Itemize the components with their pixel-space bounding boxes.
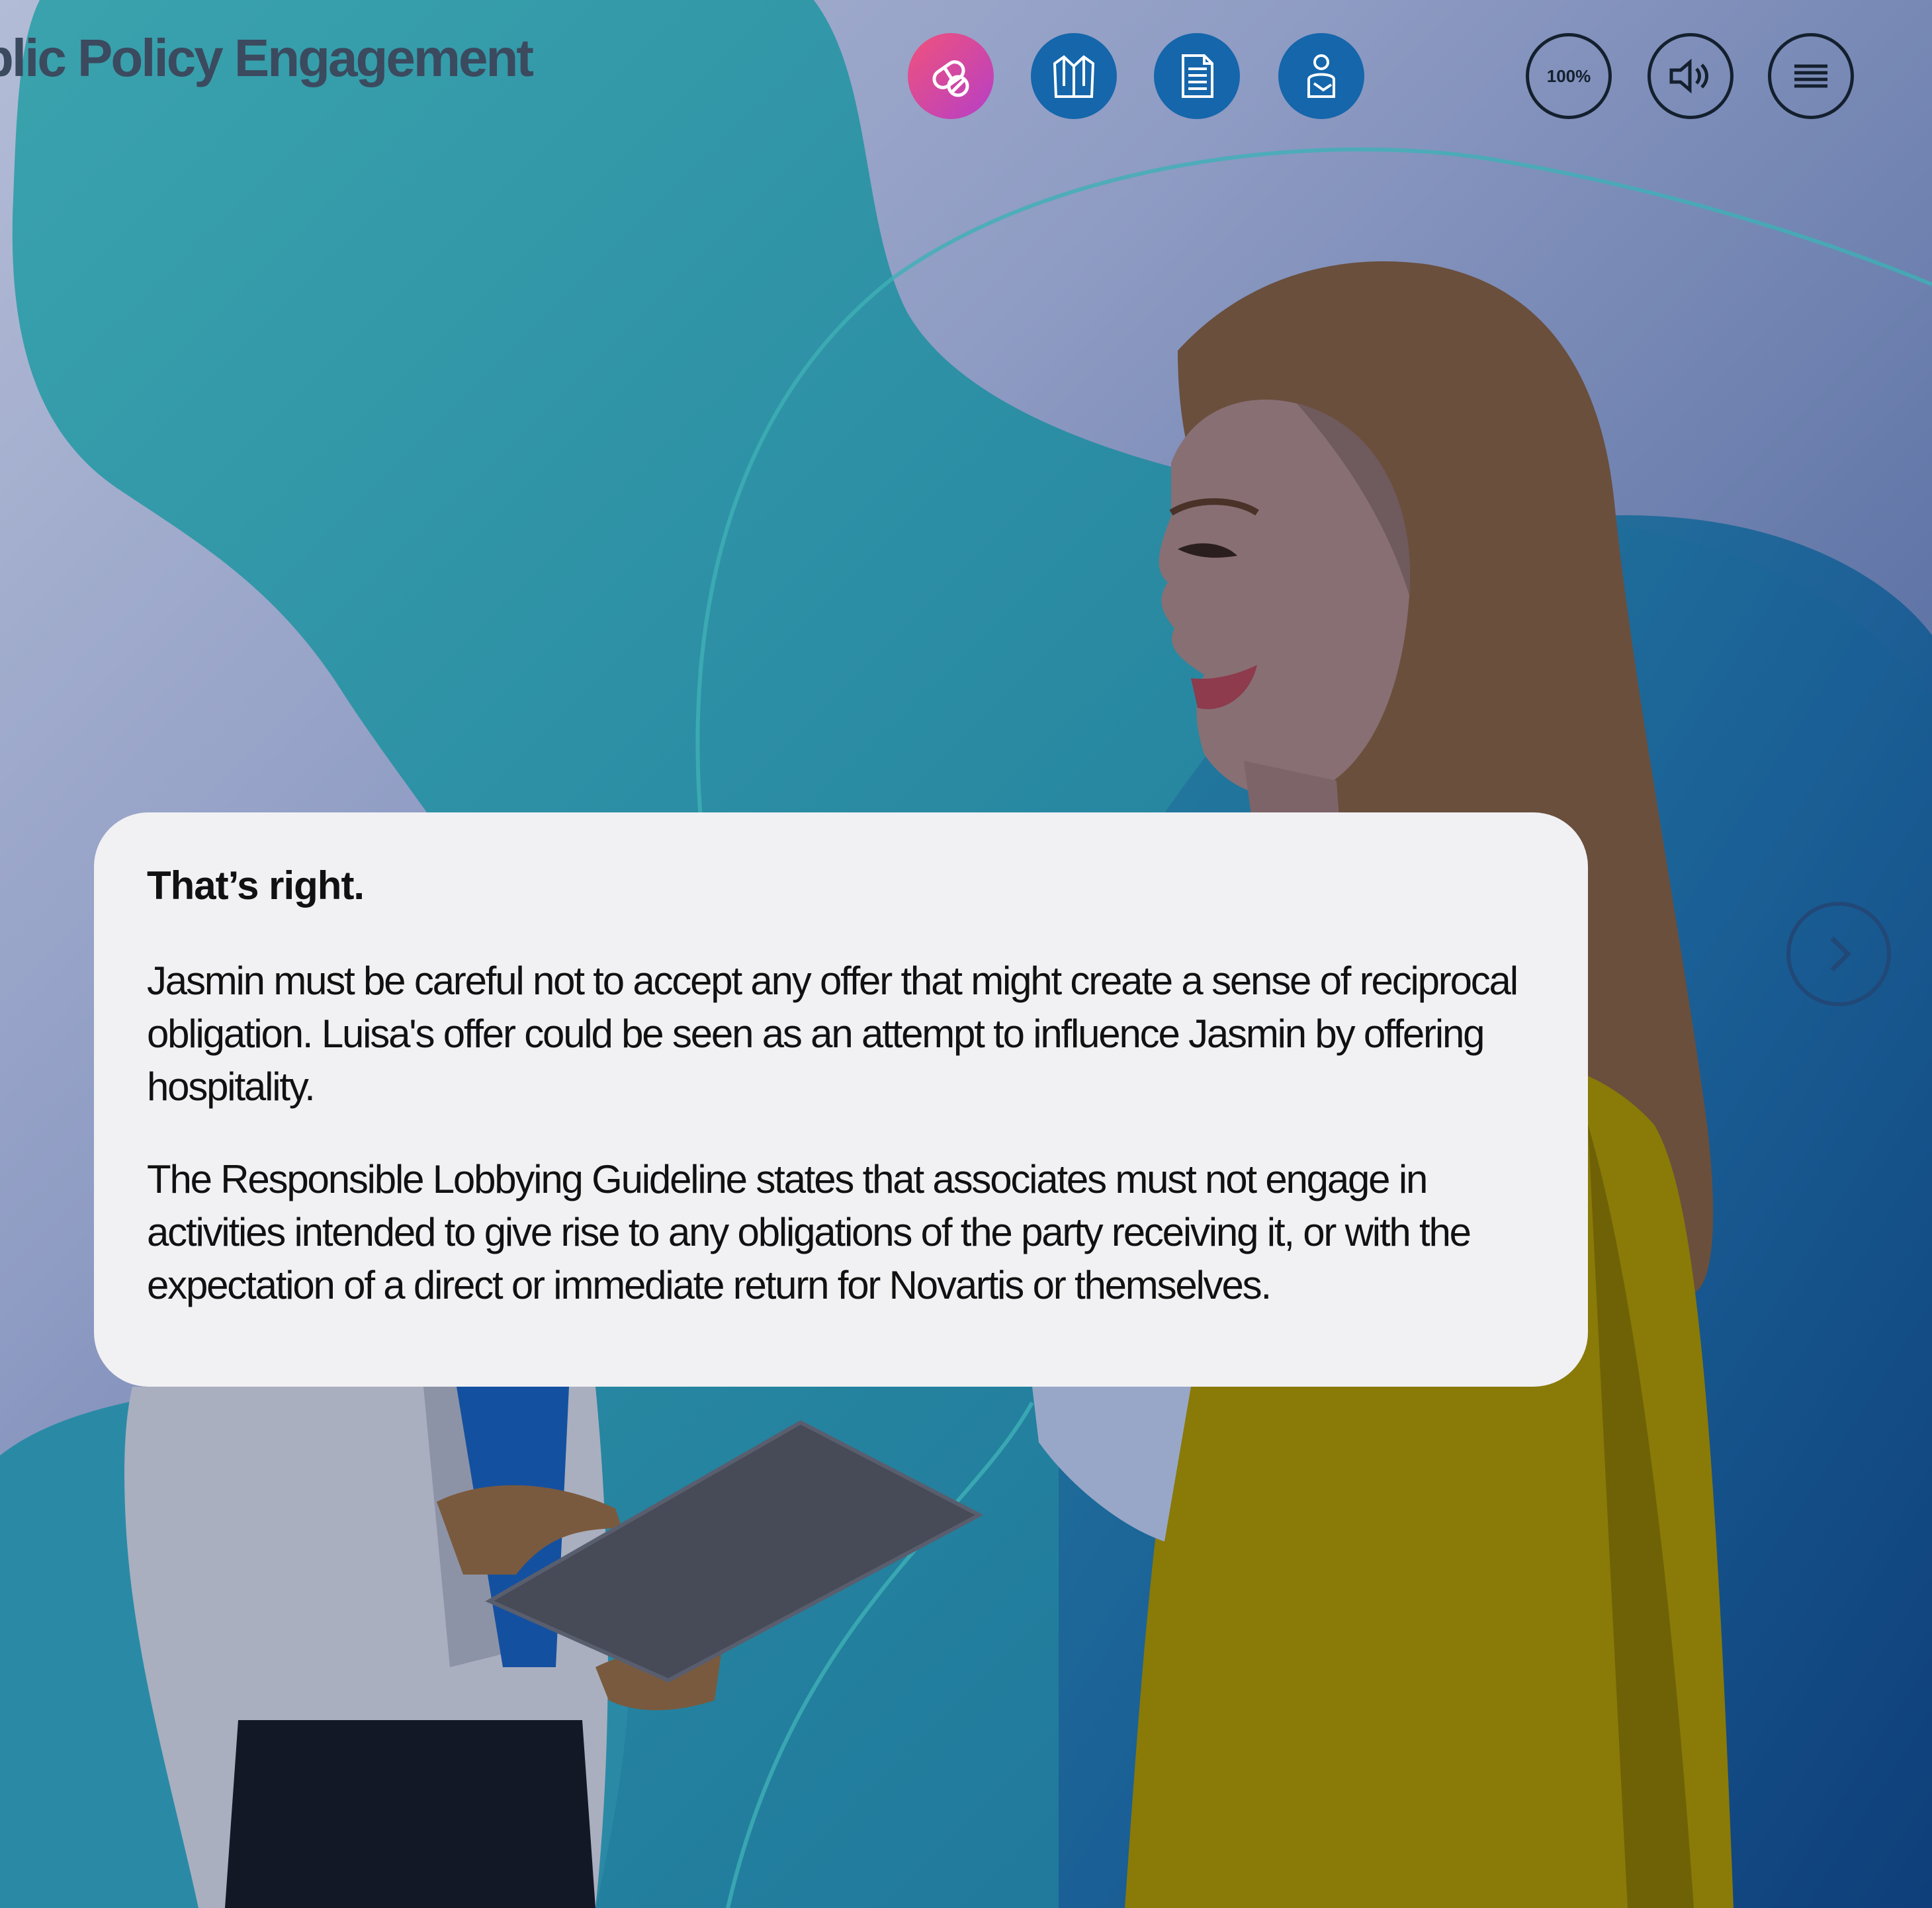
course-title: blic Policy Engagement xyxy=(0,28,534,87)
hamburger-menu-icon xyxy=(1794,64,1827,88)
feedback-paragraph-2: The Responsible Lobbying Guideline state… xyxy=(147,1157,1471,1307)
feedback-card: That’s right. Jasmin must be careful not… xyxy=(94,812,1588,1387)
lab-coat-icon xyxy=(1053,55,1095,98)
patient-tool-button[interactable] xyxy=(1278,33,1364,119)
chevron-right-icon xyxy=(1830,936,1851,972)
feedback-paragraph-1: Jasmin must be careful not to accept any… xyxy=(147,959,1518,1109)
document-tool-button[interactable] xyxy=(1154,33,1240,119)
next-button[interactable] xyxy=(1786,902,1891,1006)
menu-button[interactable] xyxy=(1768,33,1854,119)
zoom-level-label: 100% xyxy=(1546,65,1591,86)
scene: blic Policy Engagement 100% That’s right… xyxy=(0,0,1932,1908)
audio-button[interactable] xyxy=(1647,33,1734,119)
zoom-button[interactable]: 100% xyxy=(1526,33,1612,119)
document-icon xyxy=(1182,54,1213,98)
speaker-icon xyxy=(1669,58,1708,94)
pills-icon xyxy=(932,60,969,97)
pills-tool-button[interactable] xyxy=(908,33,994,119)
patient-icon xyxy=(1307,54,1335,98)
feedback-heading: That’s right. xyxy=(147,863,365,908)
dark-trousers xyxy=(225,1720,595,1908)
lab-coat-tool-button[interactable] xyxy=(1031,33,1117,119)
